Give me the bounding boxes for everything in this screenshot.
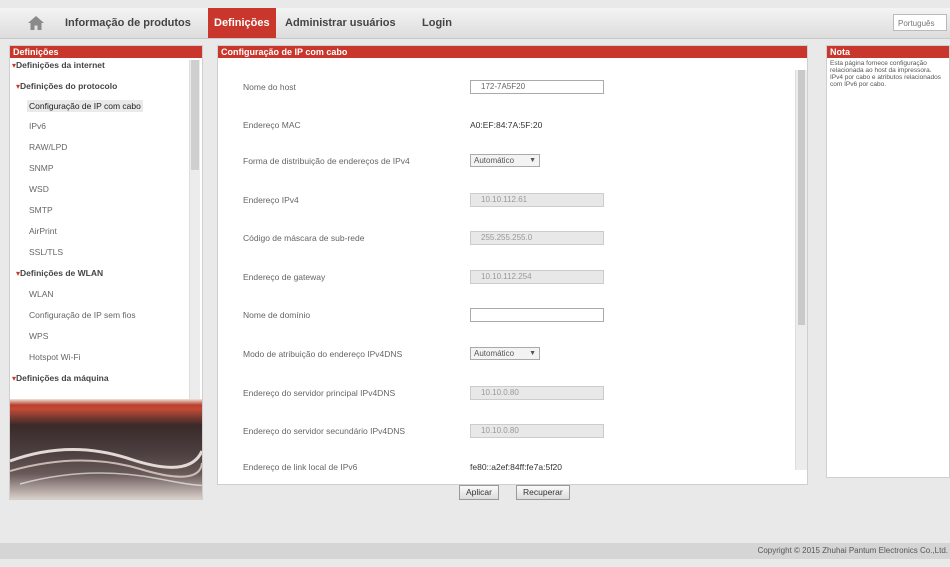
ipv6-local-label: Endereço de link local de IPv6 [243, 462, 358, 472]
sidebar-item-wlan[interactable]: WLAN [29, 289, 54, 299]
scrollbar-thumb[interactable] [191, 60, 199, 170]
nav-admin-users[interactable]: Administrar usuários [281, 8, 400, 38]
language-select[interactable]: Português [893, 14, 947, 31]
ipv4-label: Endereço IPv4 [243, 195, 299, 205]
sidebar-menu: ▾Definições da internet ▾Definições do p… [10, 58, 202, 396]
sidebar-scrollbar[interactable] [189, 60, 200, 400]
sidebar-item-wps[interactable]: WPS [29, 331, 48, 341]
home-icon[interactable] [26, 14, 46, 32]
nav-settings[interactable]: Definições [208, 8, 276, 38]
gateway-input[interactable]: 10.10.112.254 [470, 270, 604, 284]
dns-primary-input[interactable]: 10.10.0.80 [470, 386, 604, 400]
scrollbar-thumb[interactable] [798, 70, 805, 325]
host-name-input[interactable]: 172-7A5F20 [470, 80, 604, 94]
sidebar-item-ipv6[interactable]: IPv6 [29, 121, 46, 131]
ipv6-local-value: fe80::a2ef:84ff:fe7a:5f20 [470, 462, 563, 472]
note-text: Esta página fornece configuração relacio… [830, 60, 941, 88]
ipv4-distribution-label: Forma de distribuição de endereços de IP… [243, 156, 410, 166]
decorative-banner-image [10, 399, 202, 499]
dns-secondary-input[interactable]: 10.10.0.80 [470, 424, 604, 438]
sidebar-item-machine[interactable]: ▾Definições da máquina [12, 373, 109, 383]
apply-button[interactable]: Aplicar [459, 485, 499, 500]
sidebar-item-protocol[interactable]: ▾Definições do protocolo [16, 81, 117, 91]
reset-button[interactable]: Recuperar [516, 485, 570, 500]
chevron-down-icon: ▼ [529, 157, 536, 164]
subnet-label: Código de máscara de sub-rede [243, 233, 365, 243]
main-panel-title: Configuração de IP com cabo [218, 46, 807, 58]
nav-product-info[interactable]: Informação de produtos [61, 8, 195, 38]
domain-name-label: Nome de domínio [243, 310, 311, 320]
mac-value: A0:EF:84:7A:5F:20 [470, 120, 543, 130]
sidebar-title: Definições [10, 46, 202, 58]
dns-primary-label: Endereço do servidor principal IPv4DNS [243, 388, 396, 398]
sidebar-item-hotspot[interactable]: Hotspot Wi-Fi [29, 352, 80, 362]
sidebar-item-wsd[interactable]: WSD [29, 184, 49, 194]
sidebar-item-ssl-tls[interactable]: SSL/TLS [29, 247, 63, 257]
sidebar-item-smtp[interactable]: SMTP [29, 205, 53, 215]
main-panel: Configuração de IP com cabo Nome do host… [217, 45, 808, 485]
dns-mode-label: Modo de atribuição do endereço IPv4DNS [243, 349, 403, 359]
sidebar-item-internet[interactable]: ▾Definições da internet [12, 60, 105, 70]
sidebar-item-raw-lpd[interactable]: RAW/LPD [29, 142, 67, 152]
ipv4-input[interactable]: 10.10.112.61 [470, 193, 604, 207]
footer: Copyright © 2015 Zhuhai Pantum Electroni… [0, 543, 950, 559]
host-name-label: Nome do host [243, 82, 296, 92]
copyright-text: Copyright © 2015 Zhuhai Pantum Electroni… [757, 546, 948, 555]
dns-mode-select[interactable]: Automático ▼ [470, 347, 540, 360]
sidebar-item-wlan-settings[interactable]: ▾Definições de WLAN [16, 268, 103, 278]
sidebar-item-airprint[interactable]: AirPrint [29, 226, 57, 236]
nav-login[interactable]: Login [418, 8, 456, 38]
main-scrollbar[interactable] [795, 70, 807, 470]
sidebar: Definições ▾Definições da internet ▾Defi… [9, 45, 203, 500]
dns-secondary-label: Endereço do servidor secundário IPv4DNS [243, 426, 406, 436]
chevron-down-icon: ▼ [529, 350, 536, 357]
sidebar-item-wireless-ip[interactable]: Configuração de IP sem fios [29, 310, 136, 320]
sidebar-item-wired-ip[interactable]: Configuração de IP com cabo [27, 100, 143, 112]
note-title: Nota [827, 46, 949, 58]
note-panel: Nota Esta página fornece configuração re… [826, 45, 950, 478]
top-nav-bar: Informação de produtos Definições Admini… [0, 8, 950, 39]
mac-label: Endereço MAC [243, 120, 301, 130]
domain-name-input[interactable] [470, 308, 604, 322]
subnet-input[interactable]: 255.255.255.0 [470, 231, 604, 245]
ipv4-distribution-select[interactable]: Automático ▼ [470, 154, 540, 167]
gateway-label: Endereço de gateway [243, 272, 326, 282]
sidebar-item-snmp[interactable]: SNMP [29, 163, 54, 173]
